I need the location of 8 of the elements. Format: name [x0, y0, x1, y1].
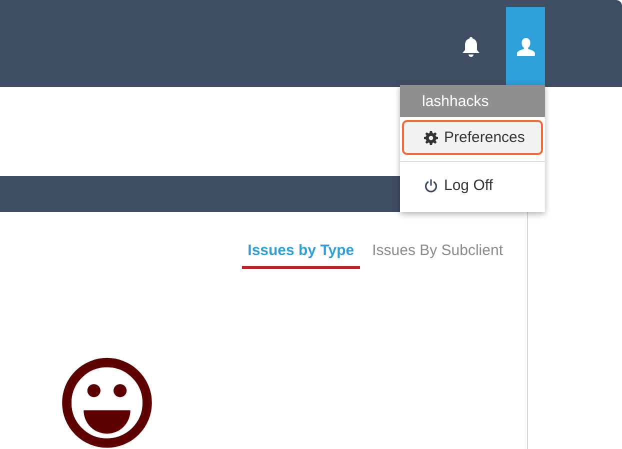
- bell-icon[interactable]: [460, 36, 482, 58]
- menu-item[interactable]: Log Off: [402, 168, 543, 203]
- gear-icon: [424, 130, 438, 144]
- username-header: lashhacks: [400, 85, 545, 117]
- user-icon: [516, 37, 536, 57]
- power-icon: [424, 178, 438, 192]
- user-button[interactable]: [506, 7, 545, 87]
- menu-item[interactable]: Preferences: [402, 120, 543, 155]
